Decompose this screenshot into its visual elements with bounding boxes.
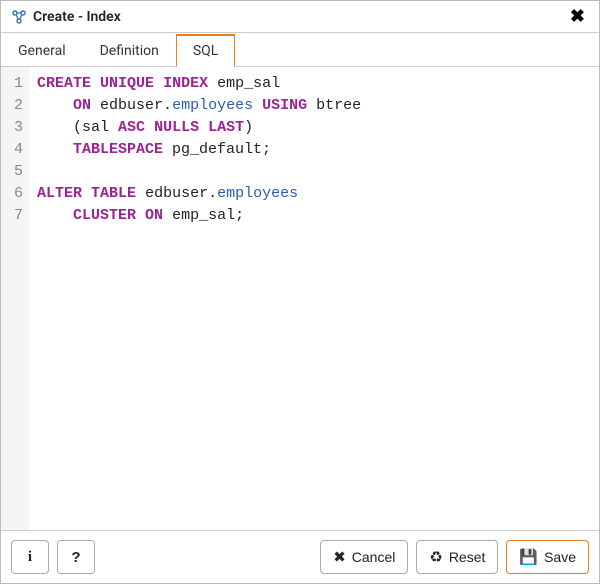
- token-kw: ON: [145, 207, 163, 224]
- token-sp: [37, 119, 73, 136]
- tab-label: SQL: [193, 43, 218, 59]
- token-obj: employees: [217, 185, 298, 202]
- reset-button[interactable]: ♻ Reset: [416, 540, 498, 574]
- token-kw: LAST: [208, 119, 244, 136]
- code-line: ON edbuser.employees USING btree: [37, 95, 589, 117]
- token-kw: ALTER: [37, 185, 82, 202]
- token-kw: ASC: [118, 119, 145, 136]
- dialog-footer: i ? ✖ Cancel ♻ Reset 💾 Save: [1, 531, 599, 583]
- tab-sql[interactable]: SQL: [176, 34, 235, 67]
- token-kw: ON: [73, 97, 91, 114]
- token-sp: [307, 97, 316, 114]
- token-sp: [136, 207, 145, 224]
- token-obj: employees: [172, 97, 253, 114]
- sql-editor[interactable]: 1234567 CREATE UNIQUE INDEX emp_sal ON e…: [1, 67, 599, 531]
- tab-definition[interactable]: Definition: [83, 34, 176, 67]
- token-sp: [199, 119, 208, 136]
- token-sp: [37, 207, 73, 224]
- line-number: 3: [1, 117, 23, 139]
- tab-general[interactable]: General: [1, 34, 83, 67]
- code-line: CREATE UNIQUE INDEX emp_sal: [37, 73, 589, 95]
- line-number: 1: [1, 73, 23, 95]
- token-kw: CREATE: [37, 75, 91, 92]
- token-sp: [208, 75, 217, 92]
- code-line: ALTER TABLE edbuser.employees: [37, 183, 589, 205]
- cancel-button[interactable]: ✖ Cancel: [320, 540, 408, 574]
- token-sp: [91, 75, 100, 92]
- token-txt: ): [244, 119, 253, 136]
- sql-code[interactable]: CREATE UNIQUE INDEX emp_sal ON edbuser.e…: [29, 67, 599, 530]
- cancel-icon: ✖: [333, 550, 346, 565]
- token-kw: CLUSTER: [73, 207, 136, 224]
- token-txt: edbuser.: [100, 97, 172, 114]
- token-sp: [136, 185, 145, 202]
- info-button[interactable]: i: [11, 540, 49, 574]
- line-number: 5: [1, 161, 23, 183]
- reset-icon: ♻: [429, 550, 442, 565]
- token-sp: [82, 185, 91, 202]
- help-button[interactable]: ?: [57, 540, 95, 574]
- tab-label: General: [18, 43, 66, 59]
- token-txt: emp_sal;: [172, 207, 244, 224]
- token-sp: [91, 97, 100, 114]
- info-icon: i: [28, 550, 32, 565]
- save-button[interactable]: 💾 Save: [506, 540, 589, 574]
- reset-label: Reset: [449, 549, 486, 565]
- line-number: 4: [1, 139, 23, 161]
- help-icon: ?: [71, 550, 80, 565]
- create-index-dialog: Create - Index ✖ General Definition SQL 12…: [0, 0, 600, 584]
- token-sp: [163, 141, 172, 158]
- token-kw: TABLE: [91, 185, 136, 202]
- tab-label: Definition: [100, 43, 159, 59]
- code-line: TABLESPACE pg_default;: [37, 139, 589, 161]
- token-sp: [37, 141, 73, 158]
- token-kw: TABLESPACE: [73, 141, 163, 158]
- code-line: [37, 161, 589, 183]
- token-txt: emp_sal: [217, 75, 280, 92]
- token-kw: USING: [262, 97, 307, 114]
- tabs: General Definition SQL: [1, 33, 599, 67]
- save-icon: 💾: [519, 550, 538, 565]
- titlebar: Create - Index ✖: [1, 1, 599, 33]
- code-line: CLUSTER ON emp_sal;: [37, 205, 589, 227]
- token-sp: [145, 119, 154, 136]
- token-sp: [253, 97, 262, 114]
- line-number-gutter: 1234567: [1, 67, 29, 530]
- token-txt: edbuser.: [145, 185, 217, 202]
- close-button[interactable]: ✖: [566, 8, 589, 26]
- line-number: 6: [1, 183, 23, 205]
- token-kw: UNIQUE: [100, 75, 154, 92]
- token-txt: btree: [316, 97, 361, 114]
- line-number: 2: [1, 95, 23, 117]
- cancel-label: Cancel: [352, 549, 396, 565]
- dialog-title: Create - Index: [33, 9, 121, 25]
- code-line: (sal ASC NULLS LAST): [37, 117, 589, 139]
- token-txt: pg_default;: [172, 141, 271, 158]
- token-kw: NULLS: [154, 119, 199, 136]
- token-sp: [154, 75, 163, 92]
- token-sp: [163, 207, 172, 224]
- line-number: 7: [1, 205, 23, 227]
- token-txt: (sal: [73, 119, 118, 136]
- save-label: Save: [544, 549, 576, 565]
- index-icon: [11, 9, 27, 25]
- token-kw: INDEX: [163, 75, 208, 92]
- token-sp: [37, 97, 73, 114]
